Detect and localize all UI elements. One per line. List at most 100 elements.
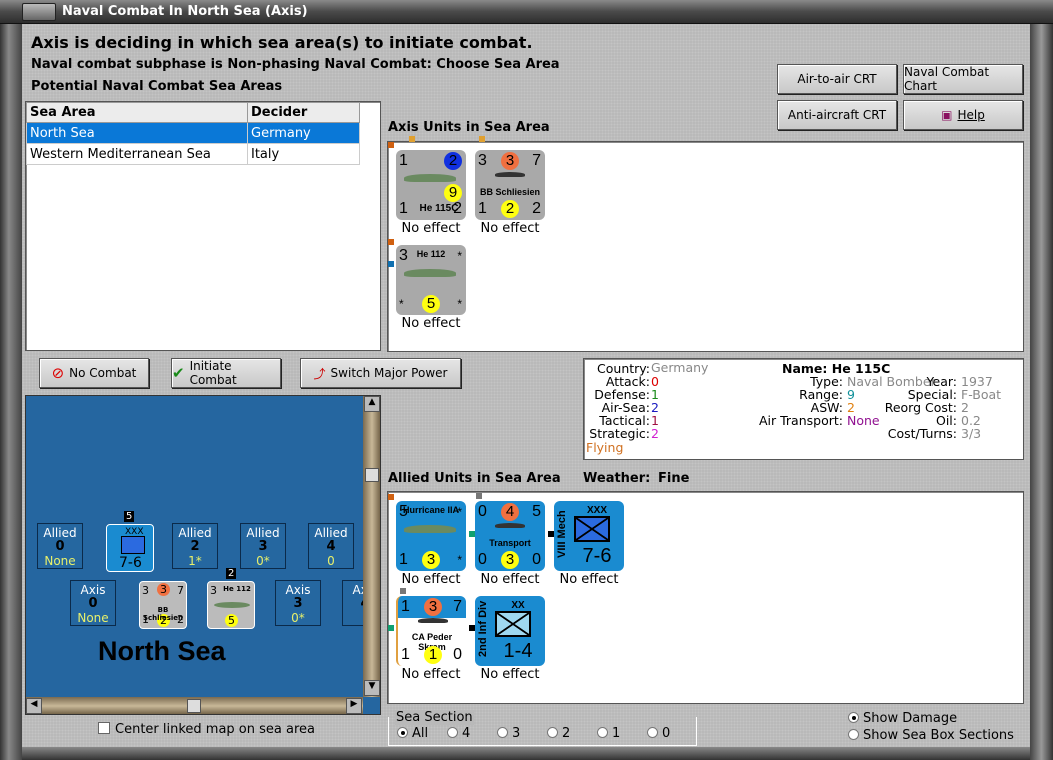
label: Initiate Combat <box>189 359 237 387</box>
top-left-value: 0 <box>478 503 487 520</box>
unit-counter[interactable]: VIII Mech XXX 7-6 <box>554 501 624 571</box>
sea-box[interactable]: Allied 0 None <box>37 523 83 569</box>
radio-button[interactable] <box>497 727 508 738</box>
sea-box-side: Axis <box>352 583 363 597</box>
top-right-value: 5 <box>532 503 541 520</box>
sea-section-option-3[interactable]: 3 <box>497 726 547 741</box>
cell-area: Western Mediterranean Sea <box>26 143 248 165</box>
scroll-up-arrow[interactable]: ▲ <box>364 396 380 412</box>
sea-section-option-2[interactable]: 2 <box>547 726 597 741</box>
sea-area-map[interactable]: Allied 0 None Allied 2 1* Allied 3 0* Allied 4 0 Axi… <box>25 395 381 715</box>
radio-button[interactable] <box>447 727 458 738</box>
center-linked-map-checkbox[interactable]: Center linked map on sea area <box>98 722 315 737</box>
sea-box[interactable]: Allied 4 0 <box>308 523 354 569</box>
show-damage-radio[interactable]: Show Damage <box>848 711 957 726</box>
unit-strength: 1-4 <box>503 640 533 662</box>
sea-box-number: 4 <box>326 539 336 554</box>
sea-box[interactable]: Axis 3 0* <box>275 580 321 626</box>
horizontal-scroll-thumb[interactable] <box>187 699 201 713</box>
sea-box[interactable]: Allied 3 0* <box>240 523 286 569</box>
horizontal-scrollbar[interactable]: ◀ ▶ <box>26 697 363 714</box>
naval-combat-chart-button[interactable]: Naval Combat Chart <box>903 64 1023 94</box>
unit-counter[interactable]: 5 * Hurricane IIA 1 3 * <box>396 501 466 571</box>
sea-area-table: Sea Area Decider North Sea Germany Western… <box>25 101 381 351</box>
map-counter-he-112[interactable]: 3 He 112 5 <box>207 581 255 629</box>
radio-button[interactable] <box>597 727 608 738</box>
col-decider[interactable]: Decider <box>247 102 360 123</box>
stack-marker-icon <box>388 239 394 245</box>
sea-box-value: 0 <box>327 554 335 568</box>
unit-counter[interactable]: 1 2 He 115C 9 1 2 <box>396 150 466 220</box>
radio-label: 2 <box>562 726 571 741</box>
cell-area: North Sea <box>26 122 248 144</box>
unit-name: Hurricane IIA <box>402 505 460 515</box>
sea-section-option-all[interactable]: All <box>397 726 447 741</box>
map-counter-bb-schliesien[interactable]: 3 7 1 2 3 2 BB Schliesien <box>139 581 187 629</box>
unit-info-panel: Country: Germany Attack: 0 Defense: 1 Air-S… <box>583 358 1024 460</box>
bottom-frame <box>22 747 1030 760</box>
sea-box-value: None <box>44 554 76 568</box>
radio-button[interactable] <box>848 729 859 740</box>
unit-counter[interactable]: 3 7 3 BB Schliesien 1 2 2 <box>475 150 545 220</box>
radio-button[interactable] <box>397 727 408 738</box>
flying-text: Flying <box>586 440 624 455</box>
unit-counter[interactable]: 0 5 4 Transport 0 3 0 <box>475 501 545 571</box>
unit-counter[interactable]: 2nd Inf Div XX 1-4 <box>475 596 545 666</box>
scroll-down-arrow[interactable]: ▼ <box>364 680 380 696</box>
bottom-left-value: 1 <box>399 551 408 568</box>
no-combat-button[interactable]: ⊘ No Combat <box>39 358 149 388</box>
cost-label: Cost/Turns: <box>887 426 957 441</box>
sea-box-number: 4 <box>343 597 363 611</box>
aircraft-icon <box>404 525 456 533</box>
scroll-right-arrow[interactable]: ▶ <box>346 698 362 714</box>
combat-status: No effect <box>401 667 461 682</box>
checkbox-box[interactable] <box>98 722 110 734</box>
stack-marker-icon <box>548 531 554 537</box>
table-row[interactable]: North Sea Germany <box>26 122 360 144</box>
table-row[interactable]: Western Mediterranean Sea Italy <box>26 143 360 165</box>
stack-count: 5 <box>124 511 135 522</box>
sea-section-option-0[interactable]: 0 <box>647 726 697 741</box>
title-bar: Naval Combat In North Sea (Axis) <box>0 0 1053 24</box>
unit-name: He 112 <box>223 585 251 593</box>
switch-major-power-button[interactable]: ⤴ Switch Major Power <box>300 358 461 388</box>
sea-area-name: North Sea <box>98 636 226 666</box>
anti-aircraft-crt-button[interactable]: Anti-aircraft CRT <box>777 100 897 130</box>
help-button[interactable]: ▣ Help <box>903 100 1023 130</box>
sea-box[interactable]: Axis4 <box>342 580 363 626</box>
show-sea-box-sections-radio[interactable]: Show Sea Box Sections <box>848 728 1014 743</box>
top-left-value: 1 <box>399 152 408 169</box>
vertical-scrollbar[interactable]: ▲ ▼ <box>363 396 380 697</box>
stack-marker-icon <box>469 531 475 537</box>
unit-strength: 7-6 <box>582 545 612 567</box>
sea-box[interactable]: Allied 2 1* <box>172 523 218 569</box>
radio-button[interactable] <box>647 727 658 738</box>
weather-label: Weather: <box>583 471 651 486</box>
vertical-scroll-thumb[interactable] <box>365 468 379 482</box>
sea-section-option-4[interactable]: 4 <box>447 726 497 741</box>
col-sea-area[interactable]: Sea Area <box>26 102 248 123</box>
sea-box-side: Axis <box>285 583 311 597</box>
sea-section-option-1[interactable]: 1 <box>597 726 647 741</box>
scroll-left-arrow[interactable]: ◀ <box>26 698 42 714</box>
unit-counter[interactable]: 3 * He 112 * 5 * <box>396 245 466 315</box>
radio-button[interactable] <box>848 712 859 723</box>
system-menu-button[interactable] <box>22 3 56 21</box>
top-right-value: 7 <box>532 152 541 169</box>
sea-box[interactable]: Axis 0 None <box>70 580 116 626</box>
stack-marker-icon <box>476 493 482 499</box>
bottom-right-value: 2 <box>453 200 462 217</box>
air-to-air-crt-button[interactable]: Air-to-air CRT <box>777 64 897 94</box>
infantry-symbol-icon <box>495 611 531 637</box>
country-value: Germany <box>651 360 709 375</box>
map-counter-viii-mech[interactable]: XXX 7-6 <box>106 524 154 572</box>
unit-counter[interactable]: 173CA Peder Skram110 <box>396 596 466 666</box>
bottom-circle: 1 <box>424 646 442 664</box>
radio-button[interactable] <box>547 727 558 738</box>
bottom-circle: 3 <box>422 551 440 569</box>
checkbox-label: Center linked map on sea area <box>115 722 315 737</box>
left-frame <box>0 24 22 760</box>
status-heading: Axis is deciding in which sea area(s) to… <box>31 33 533 52</box>
initiate-combat-button[interactable]: ✔ Initiate Combat <box>171 358 281 388</box>
label: Naval Combat Chart <box>904 65 990 93</box>
